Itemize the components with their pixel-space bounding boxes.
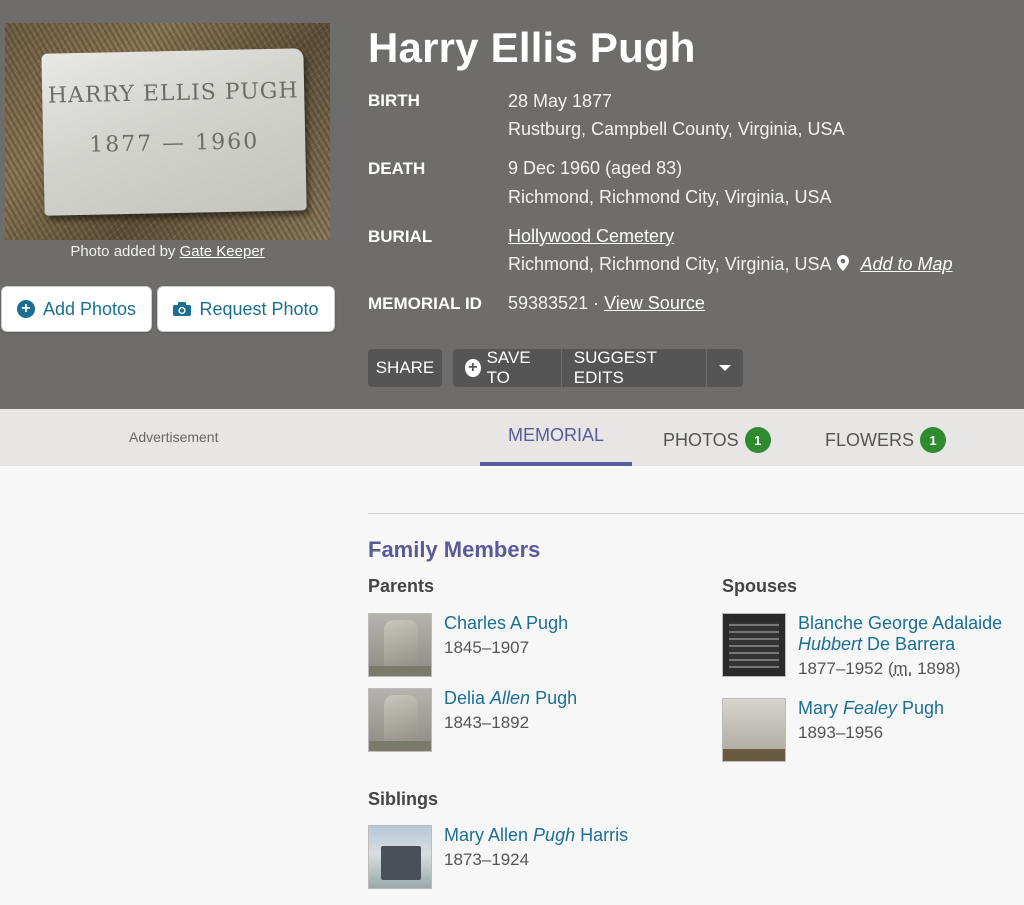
family-member-name[interactable]: Delia Allen Pugh [444, 688, 577, 709]
birth-label: BIRTH [368, 91, 420, 110]
advertisement-label: Advertisement [129, 429, 219, 445]
view-source-link[interactable]: View Source [604, 293, 705, 313]
share-button[interactable]: SHARE [368, 349, 442, 387]
family-member-dates: 1845–1907 [444, 638, 530, 657]
family-member-card[interactable]: Mary Fealey Pugh 1893–1956 [722, 698, 944, 762]
headstone-thumbnail[interactable] [722, 698, 786, 762]
request-photo-label: Request Photo [199, 298, 319, 319]
family-member-name[interactable]: Blanche George Adalaide Hubbert De Barre… [798, 613, 1022, 655]
tab-flowers-label: FLOWERS [825, 429, 915, 450]
chevron-down-icon [719, 365, 731, 371]
family-member-card[interactable]: Mary Allen Pugh Harris 1873–1924 [368, 825, 628, 889]
memorial-header: HARRY ELLIS PUGH 1877 — 1960 Photo added… [0, 0, 1024, 409]
family-member-name[interactable]: Charles A Pugh [444, 613, 568, 634]
family-member-dates: 1893–1956 [798, 723, 884, 742]
family-member-dates: 1843–1892 [444, 713, 530, 732]
map-pin-icon [837, 255, 850, 271]
burial-place: Richmond, Richmond City, Virginia, USA [508, 254, 831, 274]
headstone-thumbnail[interactable] [368, 688, 432, 752]
photos-count-badge: 1 [744, 427, 771, 453]
headstone-inscription-name: HARRY ELLIS PUGH [47, 78, 299, 109]
death-date: 9 Dec 1960 (aged 83) [508, 158, 683, 178]
headstone-thumbnail[interactable] [368, 825, 432, 889]
suggest-edits-button[interactable]: SUGGEST EDITS [560, 348, 706, 387]
family-member-name[interactable]: Mary Fealey Pugh [798, 698, 944, 719]
add-photos-button[interactable]: + Add Photos [1, 286, 152, 332]
siblings-heading: Siblings [368, 789, 439, 809]
photo-credit-prefix: Photo added by [70, 243, 176, 260]
marriage-abbr: m. [893, 659, 913, 678]
family-members-title: Family Members [368, 537, 541, 562]
memorial-id-value: 59383521 · [508, 293, 600, 313]
camera-icon [173, 302, 192, 316]
birth-place: Rustburg, Campbell County, Virginia, USA [508, 119, 845, 139]
headstone: HARRY ELLIS PUGH 1877 — 1960 [41, 48, 307, 216]
family-member-card[interactable]: Delia Allen Pugh 1843–1892 [368, 688, 577, 752]
tab-photos[interactable]: PHOTOS 1 [663, 427, 771, 453]
tab-memorial-label: MEMORIAL [507, 425, 604, 445]
family-member-name[interactable]: Mary Allen Pugh Harris [444, 825, 628, 846]
headstone-photo[interactable]: HARRY ELLIS PUGH 1877 — 1960 [5, 23, 330, 240]
memorial-actions-group: + SAVE TO SUGGEST EDITS [453, 348, 743, 387]
photo-credit-user-link[interactable]: Gate Keeper [180, 243, 265, 260]
plus-circle-icon: + [465, 359, 481, 377]
photo-credit: Photo added by Gate Keeper [5, 243, 330, 260]
tab-bar: Advertisement MEMORIAL PHOTOS 1 FLOWERS … [0, 409, 1024, 466]
request-photo-button[interactable]: Request Photo [157, 286, 335, 332]
memorial-id-label: MEMORIAL ID [368, 294, 482, 313]
tab-photos-label: PHOTOS [663, 429, 739, 450]
headstone-inscription-years: 1877 — 1960 [89, 129, 260, 158]
document-thumbnail[interactable] [722, 613, 786, 677]
more-actions-dropdown[interactable] [706, 349, 743, 387]
death-place: Richmond, Richmond City, Virginia, USA [508, 187, 832, 207]
save-to-button[interactable]: + SAVE TO [453, 348, 561, 387]
tab-flowers[interactable]: FLOWERS 1 [825, 427, 947, 453]
parents-heading: Parents [368, 576, 435, 596]
burial-label: BURIAL [368, 227, 433, 246]
save-to-label: SAVE TO [486, 348, 531, 387]
memorial-name: Harry Ellis Pugh [368, 24, 696, 71]
add-photos-label: Add Photos [42, 298, 137, 319]
family-member-card[interactable]: Charles A Pugh 1845–1907 [368, 613, 568, 677]
tab-memorial[interactable]: MEMORIAL [480, 409, 632, 466]
death-label: DEATH [368, 159, 426, 178]
burial-cemetery-row: Hollywood Cemetery [508, 226, 674, 247]
plus-circle-icon: + [16, 300, 35, 318]
family-member-dates: 1873–1924 [444, 850, 530, 869]
memorial-id-row: 59383521 · View Source [508, 293, 705, 314]
section-divider [368, 513, 1024, 514]
spouses-heading: Spouses [722, 576, 798, 596]
birth-date: 28 May 1877 [508, 91, 613, 111]
add-to-map-link[interactable]: Add to Map [861, 254, 953, 274]
family-member-dates: 1877–1952 (m. 1898) [798, 659, 961, 678]
burial-place-row: Richmond, Richmond City, Virginia, USA A… [508, 254, 953, 275]
headstone-thumbnail[interactable] [368, 613, 432, 677]
family-member-card[interactable]: Blanche George Adalaide Hubbert De Barre… [722, 613, 1022, 679]
flowers-count-badge: 1 [920, 427, 947, 453]
cemetery-link[interactable]: Hollywood Cemetery [508, 226, 674, 246]
